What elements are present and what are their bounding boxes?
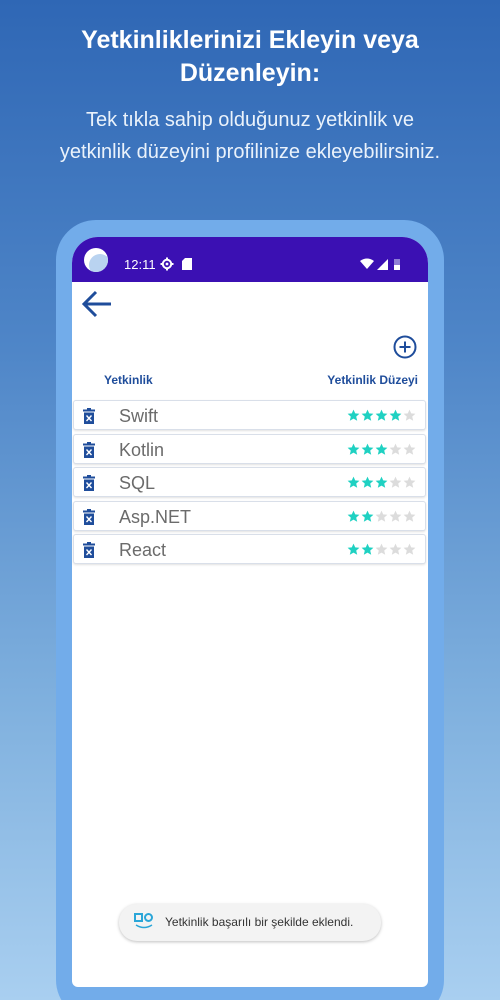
status-icons bbox=[360, 258, 400, 270]
column-header-level: Yetkinlik Düzeyi bbox=[327, 373, 418, 387]
star-filled-icon[interactable] bbox=[361, 443, 374, 456]
signal-icon bbox=[377, 259, 388, 270]
skill-row[interactable]: Kotlin bbox=[73, 433, 426, 464]
star-empty-icon[interactable] bbox=[403, 510, 416, 523]
star-filled-icon[interactable] bbox=[375, 409, 388, 422]
add-skill-button[interactable] bbox=[393, 335, 417, 359]
sd-card-icon bbox=[182, 258, 192, 270]
star-filled-icon[interactable] bbox=[361, 543, 374, 556]
star-filled-icon[interactable] bbox=[347, 443, 360, 456]
marketing-title: Yetkinliklerinizi Ekleyin veya Düzenleyi… bbox=[81, 26, 419, 87]
star-filled-icon[interactable] bbox=[375, 443, 388, 456]
skill-name: Kotlin bbox=[119, 439, 165, 460]
skill-name: React bbox=[119, 540, 167, 560]
star-filled-icon[interactable] bbox=[361, 409, 374, 422]
status-time: 12:11 bbox=[124, 257, 156, 272]
skill-row[interactable]: React bbox=[73, 534, 426, 564]
delete-skill-icon[interactable] bbox=[83, 475, 95, 491]
skill-rating[interactable] bbox=[347, 443, 416, 457]
app-logo-icon bbox=[134, 913, 153, 929]
star-empty-icon[interactable] bbox=[375, 543, 388, 556]
star-empty-icon[interactable] bbox=[389, 543, 402, 556]
star-empty-icon[interactable] bbox=[389, 510, 402, 523]
star-empty-icon[interactable] bbox=[389, 476, 402, 489]
toast-notification: Yetkinlik başarılı bir şekilde eklendi. bbox=[119, 904, 381, 941]
column-header-skill: Yetkinlik bbox=[104, 373, 153, 387]
star-empty-icon[interactable] bbox=[403, 443, 416, 456]
delete-skill-icon[interactable] bbox=[83, 542, 95, 558]
skill-rating[interactable] bbox=[347, 543, 416, 557]
app-avatar-icon bbox=[84, 248, 108, 272]
wifi-icon bbox=[360, 258, 374, 269]
star-filled-icon[interactable] bbox=[389, 409, 402, 422]
skill-rating[interactable] bbox=[347, 409, 416, 423]
settings-gear-icon bbox=[160, 257, 174, 271]
toast-message: Yetkinlik başarılı bir şekilde eklendi. bbox=[165, 915, 354, 929]
delete-skill-icon[interactable] bbox=[83, 441, 95, 458]
delete-skill-icon[interactable] bbox=[83, 408, 95, 424]
delete-skill-icon[interactable] bbox=[83, 508, 95, 525]
star-empty-icon[interactable] bbox=[389, 443, 402, 456]
star-empty-icon[interactable] bbox=[375, 510, 388, 523]
skill-rating[interactable] bbox=[347, 510, 416, 524]
skill-name: Swift bbox=[119, 406, 159, 426]
phone-screen: 12:11 Yetkinlik Yetkinlik Düzeyi SwiftK bbox=[72, 237, 428, 987]
star-filled-icon[interactable] bbox=[361, 510, 374, 523]
back-arrow-icon[interactable] bbox=[80, 287, 114, 321]
star-filled-icon[interactable] bbox=[347, 543, 360, 556]
skill-row[interactable]: Asp.NET bbox=[73, 500, 426, 531]
star-filled-icon[interactable] bbox=[361, 476, 374, 489]
skill-row[interactable]: Swift bbox=[73, 400, 426, 430]
star-empty-icon[interactable] bbox=[403, 543, 416, 556]
star-empty-icon[interactable] bbox=[403, 476, 416, 489]
star-empty-icon[interactable] bbox=[403, 409, 416, 422]
star-filled-icon[interactable] bbox=[347, 476, 360, 489]
skill-rating[interactable] bbox=[347, 476, 416, 490]
star-filled-icon[interactable] bbox=[347, 510, 360, 523]
skill-name: SQL bbox=[119, 473, 156, 493]
star-filled-icon[interactable] bbox=[347, 409, 360, 422]
star-filled-icon[interactable] bbox=[375, 476, 388, 489]
marketing-subtitle: Tek tıkla sahip olduğunuz yetkinlik ve y… bbox=[59, 109, 441, 163]
status-bar: 12:11 bbox=[72, 237, 428, 282]
skill-row[interactable]: SQL bbox=[73, 467, 426, 497]
skill-name: Asp.NET bbox=[119, 506, 192, 527]
